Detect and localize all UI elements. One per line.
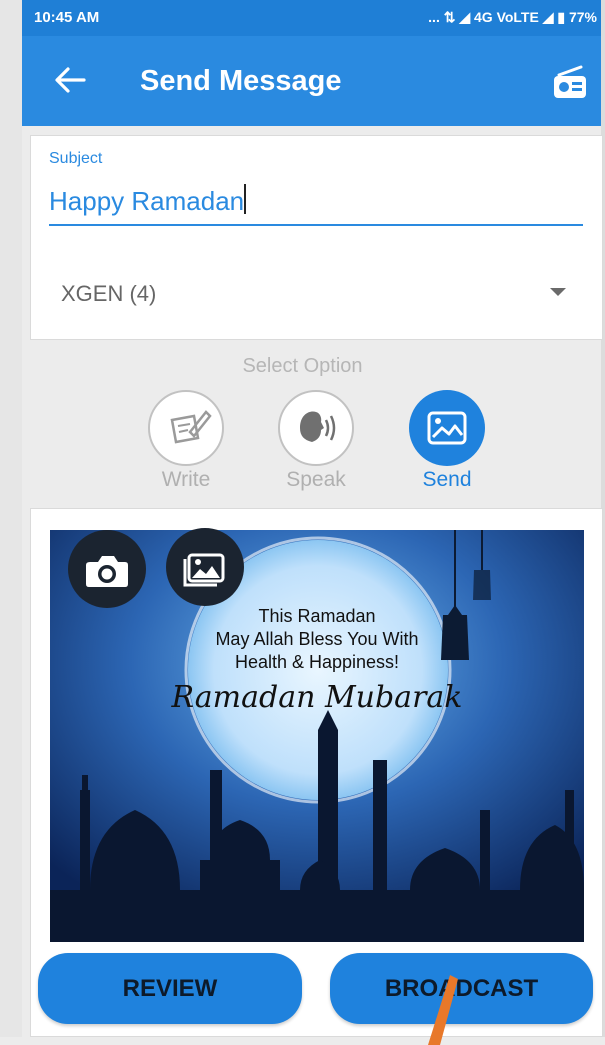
option-label-write: Write: [161, 468, 211, 491]
review-button[interactable]: REVIEW: [38, 953, 302, 1024]
subject-label: Subject: [49, 150, 103, 167]
group-select[interactable]: XGEN (4): [61, 281, 156, 307]
speaking-head-icon: [278, 390, 354, 466]
message-form-card: Subject Happy Ramadan XGEN (4): [30, 135, 603, 340]
camera-button[interactable]: [68, 530, 146, 608]
select-option-heading: Select Option: [242, 355, 363, 377]
status-time: 10:45 AM: [34, 9, 100, 26]
option-label-send: Send: [422, 468, 472, 491]
app-bar: Send Message: [22, 36, 601, 126]
pointer-arrow-icon: [428, 975, 458, 1045]
status-indicators: ... ⇅ ◢ 4G VoLTE ◢ ▮ 77%: [428, 9, 597, 25]
greeting-line-3: Health & Happiness!: [234, 652, 400, 672]
subject-value: Happy Ramadan: [49, 186, 245, 216]
option-speak[interactable]: Speak: [276, 390, 356, 492]
chevron-down-icon[interactable]: [550, 288, 566, 296]
status-bar: 10:45 AM ... ⇅ ◢ 4G VoLTE ◢ ▮ 77%: [22, 0, 601, 36]
greeting-line-2: May Allah Bless You With: [215, 629, 419, 649]
left-margin: [0, 0, 22, 1037]
image-icon: [409, 390, 485, 466]
arrow-left-icon[interactable]: [50, 60, 90, 100]
option-label-speak: Speak: [286, 468, 346, 491]
camera-icon: [86, 556, 128, 587]
subject-input[interactable]: Happy Ramadan: [49, 184, 583, 226]
greeting-script: Ramadan Mubarak: [171, 680, 463, 715]
gallery-icon: [183, 553, 225, 587]
radio-icon[interactable]: [551, 64, 589, 102]
page-title: Send Message: [140, 65, 342, 97]
gallery-button[interactable]: [166, 528, 244, 606]
text-cursor: [244, 184, 247, 214]
greeting-text: This Ramadan May Allah Bless You With He…: [50, 605, 584, 674]
option-write[interactable]: Write: [146, 390, 226, 492]
greeting-line-1: This Ramadan: [258, 606, 376, 626]
option-send[interactable]: Send: [407, 390, 487, 492]
broadcast-button[interactable]: BROADCAST: [330, 953, 593, 1024]
pen-paper-icon: [148, 390, 224, 466]
